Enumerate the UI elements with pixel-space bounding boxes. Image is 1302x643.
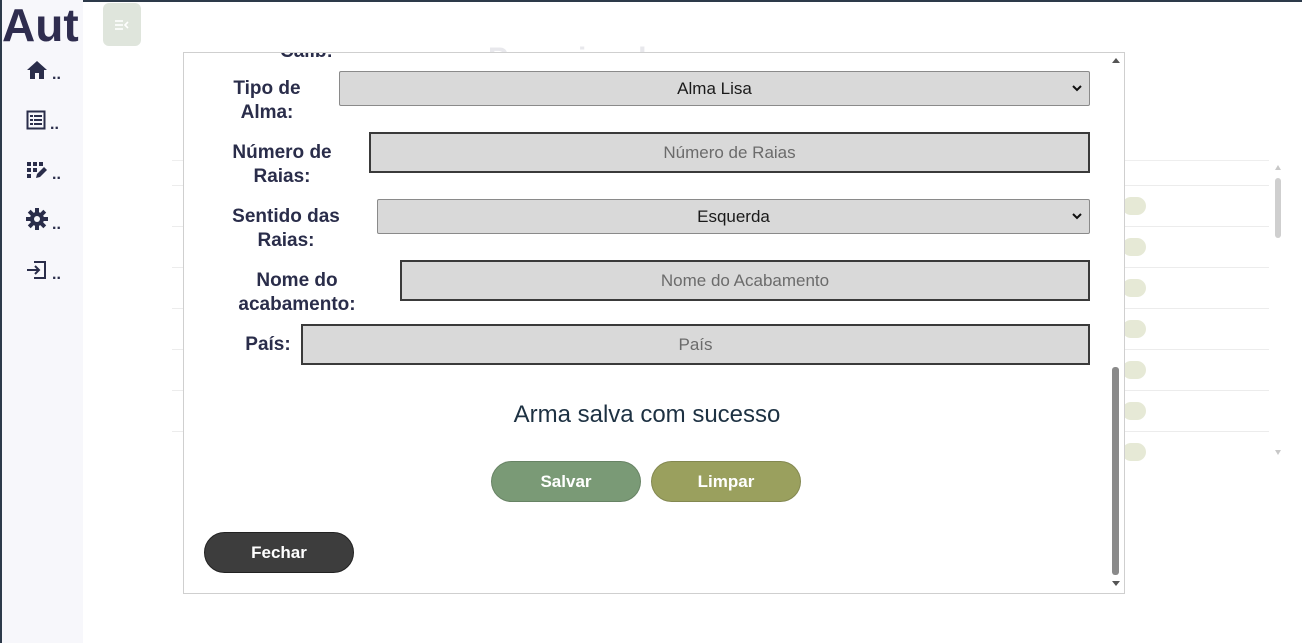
window-top-border — [0, 0, 1302, 2]
sidebar-toggle-button[interactable] — [103, 3, 141, 46]
app-title: Aut — [2, 0, 79, 51]
sidebar-item-home[interactable]: .. — [26, 56, 61, 83]
nome-acabamento-input[interactable]: Nome do Acabamento — [400, 260, 1090, 301]
edit-grid-icon — [27, 162, 47, 178]
tipo-alma-select[interactable]: Alma Lisa — [339, 71, 1090, 106]
scroll-up-icon — [1112, 58, 1120, 63]
sidebar-item-list[interactable]: .. — [26, 106, 59, 133]
numero-raias-label: Número de Raias: — [232, 142, 332, 187]
sentido-raias-label: Sentido das Raias: — [232, 206, 340, 251]
clear-button[interactable]: Limpar — [651, 461, 801, 502]
sidebar-item-label: .. — [50, 116, 59, 133]
pais-label: País: — [245, 334, 291, 355]
logout-icon — [27, 261, 46, 279]
chevron-down-icon — [1072, 213, 1082, 220]
gear-icon — [26, 208, 48, 230]
sidebar: .. .. .. .. .. — [0, 0, 83, 643]
nome-acabamento-label: Nome do acabamento: — [238, 270, 356, 315]
chevron-down-icon — [1072, 85, 1082, 92]
status-message: Arma salva com sucesso — [513, 401, 781, 428]
background-scrollbar[interactable] — [1273, 160, 1283, 460]
numero-raias-input[interactable]: Número de Raias — [369, 132, 1090, 173]
sidebar-item-label: .. — [52, 216, 61, 233]
modal-scrollbar[interactable] — [1108, 53, 1124, 593]
calibre-label: Calib: — [280, 53, 333, 63]
pais-input[interactable]: País — [301, 324, 1090, 365]
sentido-raias-select[interactable]: Esquerda — [377, 199, 1090, 234]
menu-collapse-icon — [115, 19, 129, 30]
sidebar-item-settings[interactable]: .. — [26, 206, 61, 233]
tipo-alma-label: Tipo de Alma: — [233, 78, 301, 123]
close-button[interactable]: Fechar — [204, 532, 354, 573]
scrollbar-thumb[interactable] — [1112, 367, 1119, 575]
sidebar-item-logout[interactable]: .. — [26, 256, 61, 283]
sidebar-item-label: .. — [52, 66, 61, 83]
sidebar-item-edit[interactable]: .. — [26, 156, 61, 183]
add-weapon-modal: Calib: Tipo de Alma: Alma Lisa Número de… — [183, 52, 1125, 594]
list-icon — [26, 110, 46, 130]
save-button[interactable]: Salvar — [491, 461, 641, 502]
sidebar-item-label: .. — [52, 166, 61, 183]
sidebar-item-label: .. — [52, 266, 61, 283]
scroll-down-icon — [1112, 581, 1120, 586]
home-icon — [27, 61, 47, 79]
